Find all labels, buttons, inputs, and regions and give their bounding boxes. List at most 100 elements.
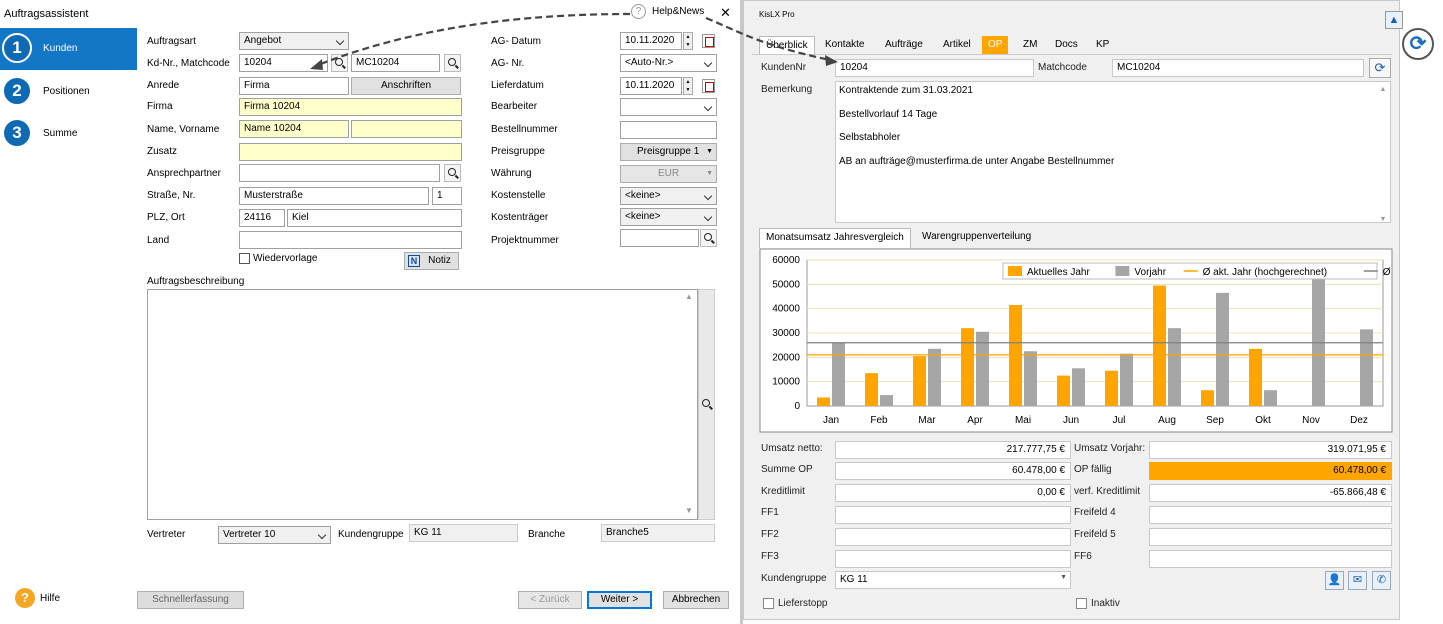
lieferdatum-spinner[interactable]: ▲ ▼: [683, 77, 693, 95]
inaktiv-checkbox[interactable]: [1076, 598, 1087, 609]
matchcode-input[interactable]: MC10204: [1112, 59, 1364, 77]
projektnummer-search-icon[interactable]: [700, 229, 717, 247]
tab-docs[interactable]: Docs: [1049, 36, 1084, 55]
step-positionen[interactable]: 2 Positionen: [0, 76, 137, 108]
ag-datum-input[interactable]: 10.11.2020: [620, 32, 682, 50]
tab-kp[interactable]: KP: [1090, 36, 1115, 55]
bar-aktuelles-jahr: [1009, 305, 1022, 406]
kundennr-input[interactable]: 10204: [835, 59, 1034, 77]
step-summe[interactable]: 3 Summe: [0, 118, 137, 150]
label-zusatz: Zusatz: [147, 146, 178, 157]
freifeld4-input[interactable]: [1149, 506, 1392, 524]
wiedervorlage-checkbox[interactable]: [239, 253, 250, 264]
umsatz-vorjahr-value: 319.071,95 €: [1149, 441, 1392, 459]
firma-input[interactable]: Firma 10204: [239, 98, 462, 116]
matchcode-search-icon[interactable]: [444, 54, 461, 72]
ff6-input[interactable]: [1149, 550, 1392, 568]
anschriften-button[interactable]: Anschriften: [351, 77, 461, 95]
kdnr-input[interactable]: 10204: [239, 54, 328, 72]
strasse-input[interactable]: Musterstraße: [239, 187, 429, 205]
phone-icon[interactable]: ✆: [1372, 571, 1391, 590]
kundengruppe-select[interactable]: KG 11 ▼: [835, 571, 1071, 589]
help-news-link[interactable]: Help&News: [652, 6, 704, 17]
tab-zm[interactable]: ZM: [1017, 36, 1043, 55]
x-tick-label: Okt: [1255, 415, 1271, 426]
freifeld5-input[interactable]: [1149, 528, 1392, 546]
close-icon[interactable]: ✕: [720, 5, 731, 21]
label-kdnr: Kd-Nr., Matchcode: [147, 58, 230, 69]
kostenstelle-select[interactable]: <keine>: [620, 187, 717, 205]
y-tick-label: 10000: [772, 377, 800, 388]
ag-datum-spinner[interactable]: ▲ ▼: [683, 32, 693, 50]
tab-kontakte[interactable]: Kontakte: [819, 36, 870, 55]
preisgruppe-value: Preisgruppe 1: [637, 146, 700, 157]
step-kunden[interactable]: 1 Kunden: [0, 28, 137, 70]
tab-ueberblick[interactable]: Überblick: [759, 36, 815, 55]
ansprechpartner-input[interactable]: [239, 164, 440, 182]
ff2-input[interactable]: [835, 528, 1071, 546]
schnellerfassung-button[interactable]: Schnellerfassung: [137, 591, 244, 609]
hilfe-label[interactable]: Hilfe: [40, 593, 60, 604]
zurueck-button[interactable]: < Zurück: [518, 591, 582, 609]
preisgruppe-select[interactable]: Preisgruppe 1 ▼: [620, 143, 717, 161]
hilfe-icon[interactable]: ?: [15, 588, 35, 608]
contact-person-icon[interactable]: 👤: [1325, 571, 1344, 590]
kostentraeger-select[interactable]: <keine>: [620, 208, 717, 226]
ff3-input[interactable]: [835, 550, 1071, 568]
bestellnummer-input[interactable]: [620, 121, 717, 139]
tab-underline: [752, 54, 1392, 55]
bar-aktuelles-jahr: [961, 328, 974, 406]
vorname-input[interactable]: [351, 120, 462, 138]
bar-vorjahr: [1360, 329, 1373, 406]
beschreibung-textarea[interactable]: ▲ ▼: [147, 289, 698, 520]
matchcode-input[interactable]: MC10204: [351, 54, 440, 72]
kreditlimit-value: 0,00 €: [835, 484, 1071, 502]
tab-auftraege[interactable]: Aufträge: [879, 36, 929, 55]
beschreibung-search-icon[interactable]: [699, 396, 716, 414]
plz-input[interactable]: 24116: [239, 209, 285, 227]
bearbeiter-select[interactable]: [620, 98, 717, 116]
textarea-scrollbar[interactable]: ▲ ▼: [683, 292, 695, 517]
zusatz-input[interactable]: [239, 143, 462, 161]
auftragsart-select[interactable]: Angebot: [239, 32, 349, 50]
refresh-icon[interactable]: ⟳: [1369, 58, 1391, 78]
chart-tab-warengruppen[interactable]: Warengruppenverteilung: [916, 228, 1037, 248]
nr-input[interactable]: 1: [432, 187, 462, 205]
ort-input[interactable]: Kiel: [287, 209, 462, 227]
bar-aktuelles-jahr: [1153, 285, 1166, 406]
projektnummer-input[interactable]: [620, 229, 699, 247]
lieferstopp-checkbox[interactable]: [763, 598, 774, 609]
kislx-title: KisLX Pro: [759, 10, 795, 19]
waehrung-select[interactable]: EUR ▼: [620, 165, 717, 183]
mail-icon[interactable]: ✉: [1348, 571, 1367, 590]
bemerkung-line-4: AB an aufträge@musterfirma.de unter Anga…: [839, 155, 1115, 167]
tab-artikel[interactable]: Artikel: [937, 36, 977, 55]
x-tick-label: Jun: [1063, 415, 1079, 426]
ansprechpartner-search-icon[interactable]: [444, 164, 461, 182]
bemerkung-scrollbar[interactable]: ▲ ▼: [1378, 84, 1388, 223]
bemerkung-box[interactable]: Kontraktende zum 31.03.2021 Bestellvorla…: [835, 81, 1391, 223]
lieferdatum-calendar-icon[interactable]: [702, 79, 715, 93]
ag-nr-select[interactable]: <Auto-Nr.>: [620, 54, 717, 72]
land-input[interactable]: [239, 231, 462, 249]
refresh-callout-icon[interactable]: ⟳: [1402, 28, 1434, 60]
x-tick-label: Jul: [1113, 415, 1126, 426]
ff1-input[interactable]: [835, 506, 1071, 524]
weiter-button[interactable]: Weiter >: [587, 591, 652, 609]
anrede-input[interactable]: Firma: [239, 77, 349, 95]
abbrechen-button[interactable]: Abbrechen: [663, 591, 729, 609]
step-1-badge: 1: [2, 33, 32, 63]
tab-op[interactable]: OP: [982, 36, 1009, 55]
bar-vorjahr: [1264, 390, 1277, 406]
vertreter-select[interactable]: Vertreter 10: [218, 526, 331, 544]
wizard-window: Auftragsassistent ? Help&News ✕ 1 Kunden…: [0, 0, 740, 624]
ag-datum-calendar-icon[interactable]: [702, 34, 715, 48]
kdnr-search-icon[interactable]: [331, 54, 348, 72]
chart-tab-monatsumsatz[interactable]: Monatsumsatz Jahresvergleich: [759, 228, 911, 248]
help-icon[interactable]: ?: [631, 4, 646, 19]
label-ff1: FF1: [761, 507, 779, 518]
kislx-up-button[interactable]: ▲: [1385, 11, 1403, 29]
lieferdatum-input[interactable]: 10.11.2020: [620, 77, 682, 95]
name-input[interactable]: Name 10204: [239, 120, 349, 138]
notiz-button[interactable]: N Notiz: [404, 252, 459, 270]
